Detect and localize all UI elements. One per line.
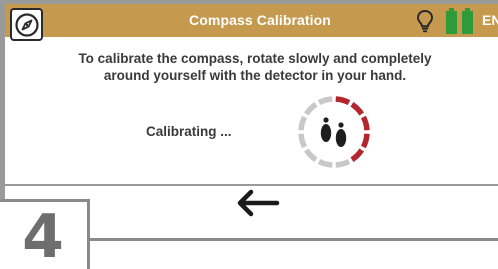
progress-segment xyxy=(298,115,308,131)
battery-icon xyxy=(446,8,457,34)
compass-button[interactable] xyxy=(10,8,43,41)
progress-segment xyxy=(350,148,364,162)
step-panel: 4 xyxy=(0,199,90,269)
progress-segment xyxy=(350,102,364,116)
progress-segment xyxy=(304,148,318,162)
progress-segment xyxy=(304,102,318,116)
arrow-left-icon xyxy=(237,189,280,217)
progress-segment xyxy=(360,133,370,149)
progress-segment xyxy=(360,115,370,131)
page-title: Compass Calibration xyxy=(189,12,331,28)
progress-segment xyxy=(317,96,333,106)
bottom-line xyxy=(90,238,498,241)
compass-icon xyxy=(14,12,39,37)
progress-segment xyxy=(335,158,351,168)
progress-segment xyxy=(335,96,351,106)
lightbulb-icon[interactable] xyxy=(416,9,434,33)
language-indicator[interactable]: EN xyxy=(482,12,498,28)
progress-segment xyxy=(298,133,308,149)
calibration-progress-ring xyxy=(298,96,370,168)
step-number: 4 xyxy=(22,202,64,269)
calibration-instructions: To calibrate the compass, rotate slowly … xyxy=(78,51,432,83)
calibration-status: Calibrating ... xyxy=(146,124,232,139)
back-button[interactable] xyxy=(231,186,285,220)
battery-icon xyxy=(462,8,473,34)
footprints-icon xyxy=(320,117,347,147)
progress-segment xyxy=(317,158,333,168)
